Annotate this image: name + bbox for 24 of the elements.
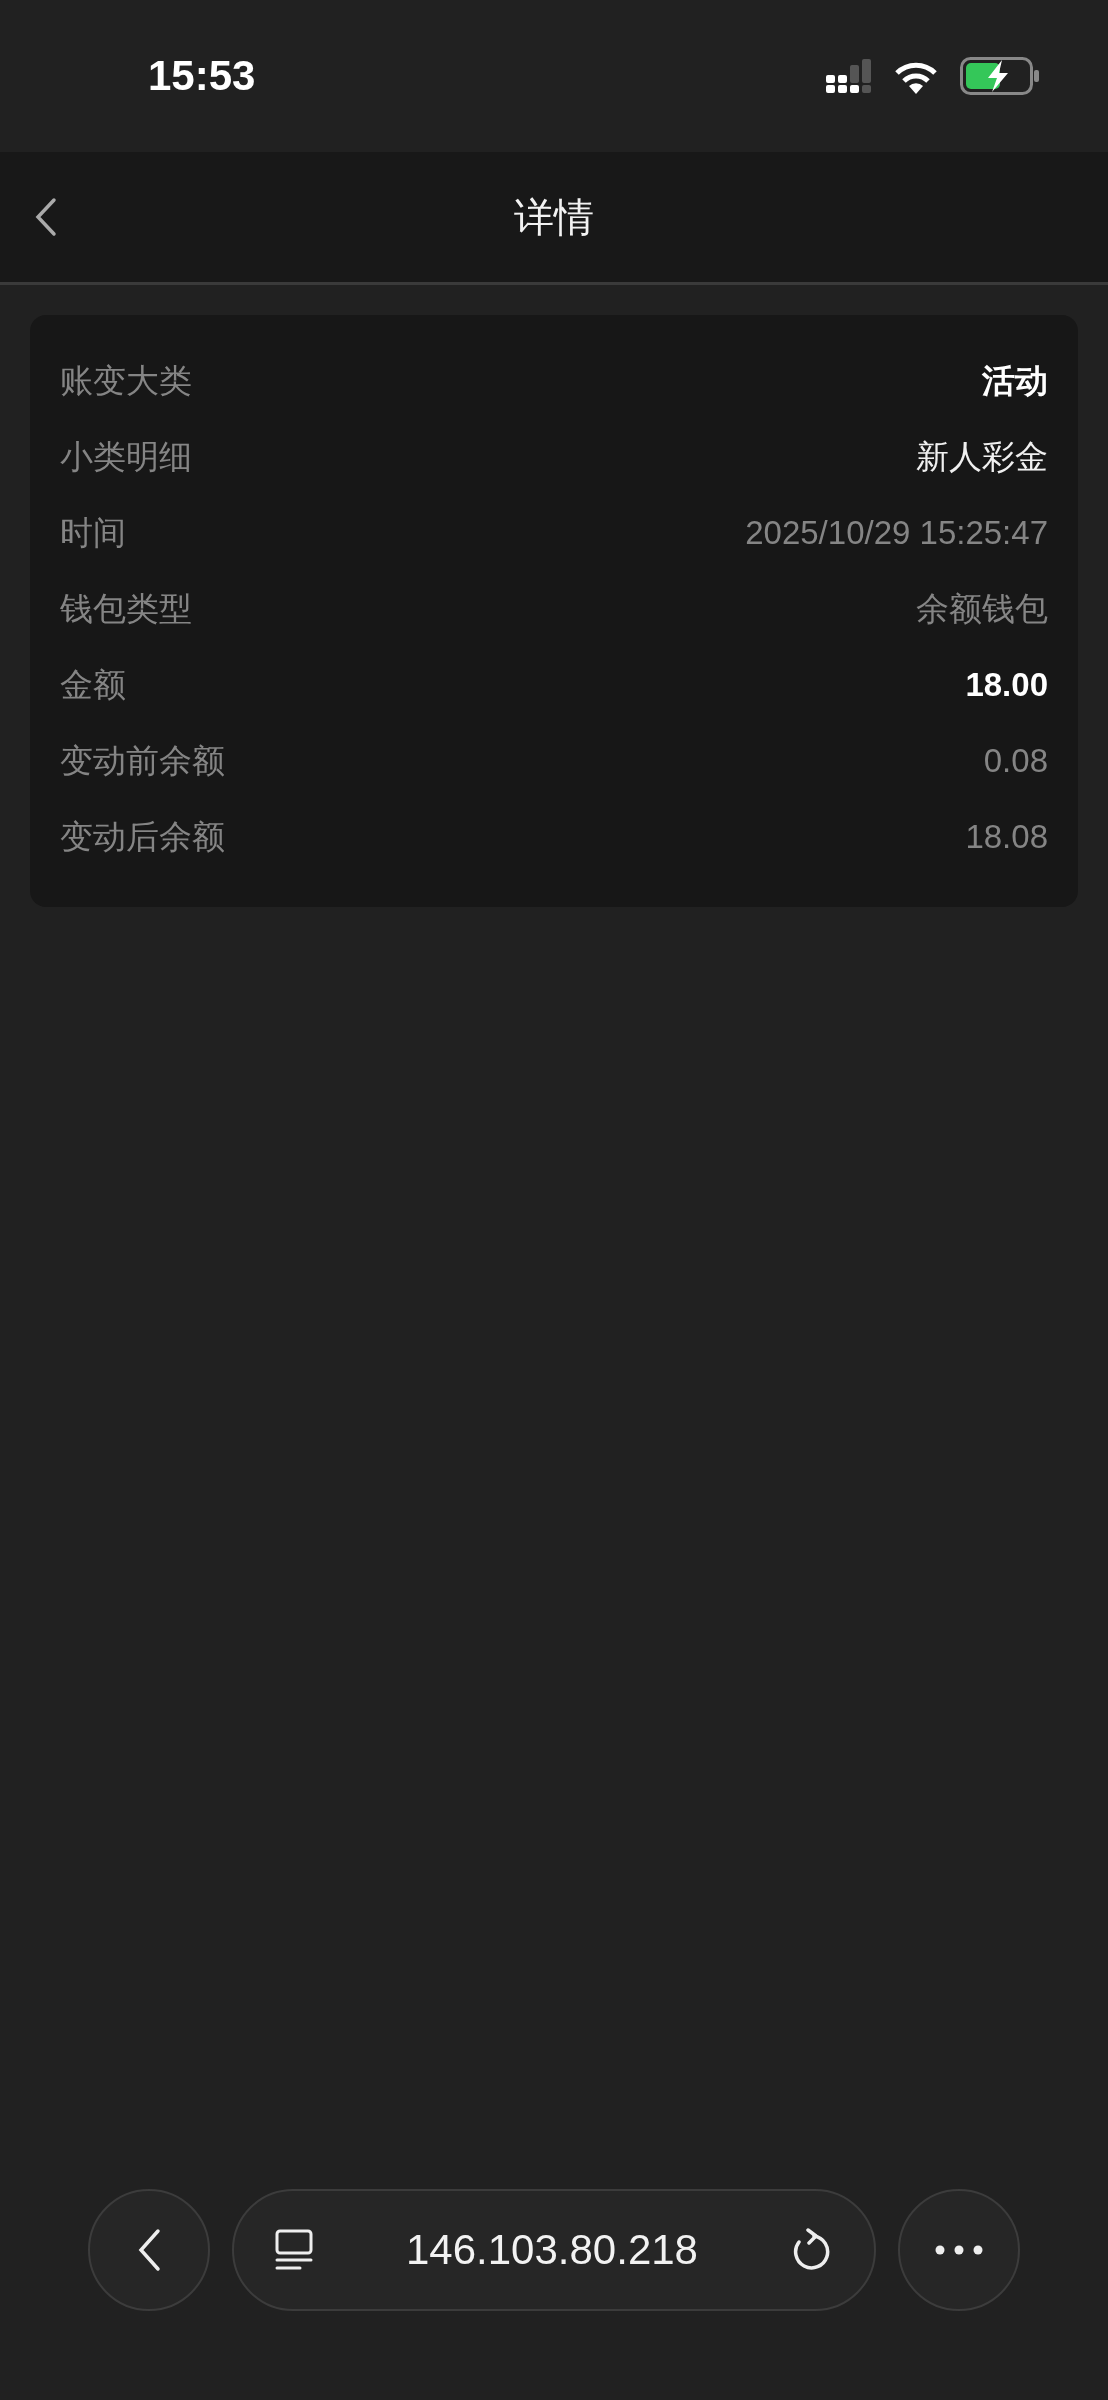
more-icon	[935, 2245, 983, 2255]
detail-label: 金额	[60, 664, 126, 705]
detail-label: 小类明细	[60, 436, 192, 477]
page-title: 详情	[514, 193, 594, 241]
detail-value: 活动	[982, 360, 1048, 401]
detail-value: 0.08	[983, 742, 1048, 780]
detail-value: 2025/10/29 15:25:47	[745, 514, 1048, 552]
detail-value: 新人彩金	[916, 436, 1048, 477]
signal-icon	[826, 59, 872, 93]
address-bar[interactable]: 146.103.80.218	[232, 2189, 876, 2311]
status-time: 15:53	[148, 52, 256, 100]
detail-value: 18.00	[965, 666, 1048, 704]
page-menu-icon[interactable]	[274, 2228, 314, 2272]
back-icon	[137, 2228, 161, 2272]
battery-charging-icon	[960, 57, 1040, 95]
back-icon[interactable]	[34, 197, 58, 237]
detail-label: 变动前余额	[60, 740, 225, 781]
detail-label: 变动后余额	[60, 816, 225, 857]
detail-label: 时间	[60, 512, 126, 553]
detail-label: 账变大类	[60, 360, 192, 401]
detail-value: 18.08	[965, 818, 1048, 856]
url-text[interactable]: 146.103.80.218	[406, 2226, 698, 2274]
detail-value: 余额钱包	[916, 588, 1048, 629]
detail-label: 钱包类型	[60, 588, 192, 629]
